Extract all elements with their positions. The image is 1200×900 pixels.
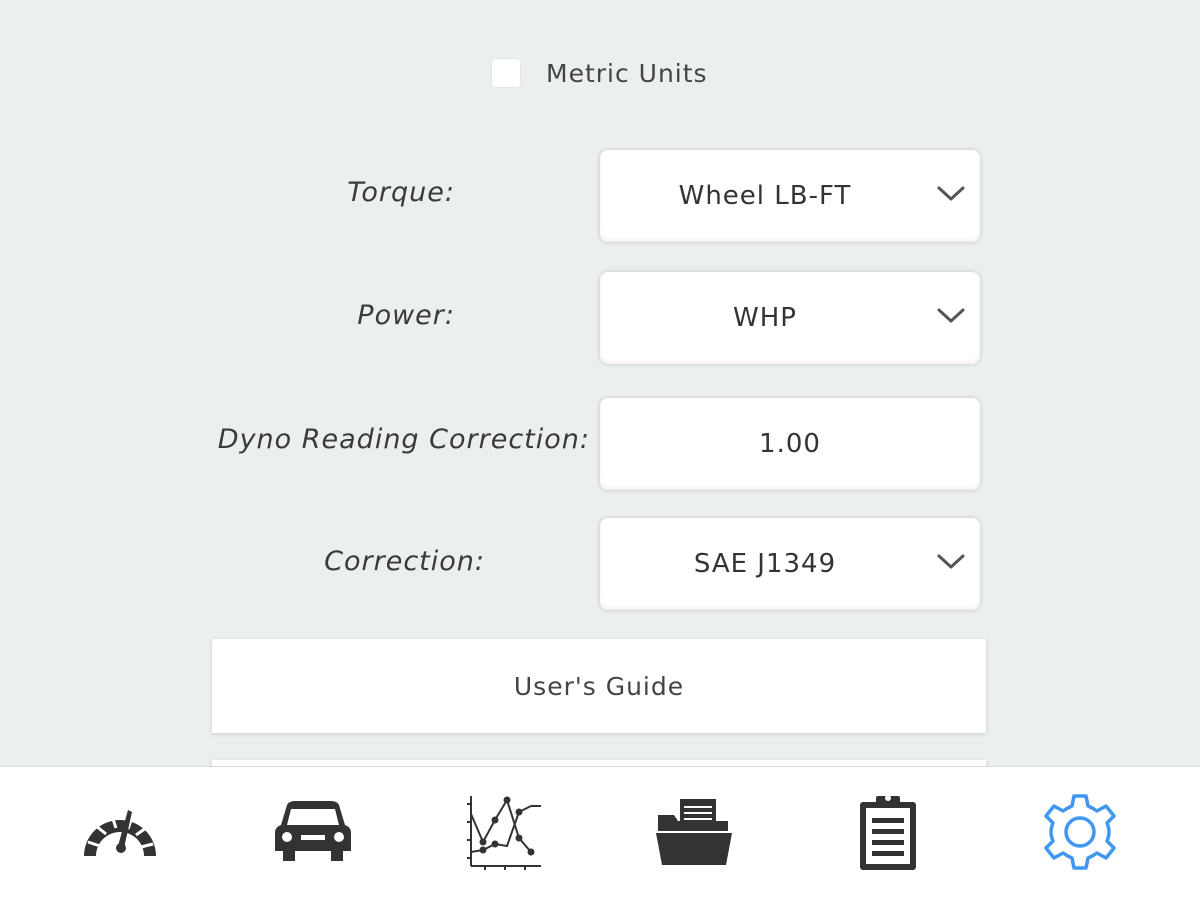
dyno-correction-value: 1.00 [759,429,821,459]
correction-value: SAE J1349 [693,549,837,579]
tab-files[interactable] [645,787,745,877]
folder-icon [656,799,732,865]
metric-units-label: Metric Units [546,58,708,88]
tab-gauge[interactable] [70,787,170,877]
correction-label: Correction: [324,546,485,577]
tab-graph[interactable] [455,787,555,877]
tab-vehicle[interactable] [263,787,363,877]
correction-select[interactable]: SAE J1349 [600,518,980,610]
power-select[interactable]: WHP [600,272,980,364]
torque-label: Torque: [347,177,455,208]
dyno-correction-label: Dyno Reading Correction: [217,424,590,455]
graph-icon [467,796,541,870]
users-guide-button[interactable]: User's Guide [212,639,986,733]
power-value: WHP [733,303,797,333]
chevron-down-icon [937,308,965,323]
torque-select[interactable]: Wheel LB-FT [600,150,980,242]
dyno-correction-input[interactable]: 1.00 [600,398,980,490]
tab-settings[interactable] [1030,787,1130,877]
users-guide-label: User's Guide [513,671,685,701]
gear-icon [1044,794,1116,870]
chevron-down-icon [937,186,965,201]
settings-panel: Metric Units Torque: Wheel LB-FT Power: … [0,0,1200,766]
torque-value: Wheel LB-FT [678,181,852,211]
tab-report[interactable] [838,787,938,877]
car-icon [275,801,351,861]
clipboard-icon [860,795,916,870]
power-label: Power: [357,300,455,331]
gauge-icon [84,810,156,856]
metric-units-row[interactable]: Metric Units [492,56,708,90]
bottom-tab-bar [0,766,1200,900]
metric-units-checkbox[interactable] [492,59,520,87]
chevron-down-icon [937,554,965,569]
